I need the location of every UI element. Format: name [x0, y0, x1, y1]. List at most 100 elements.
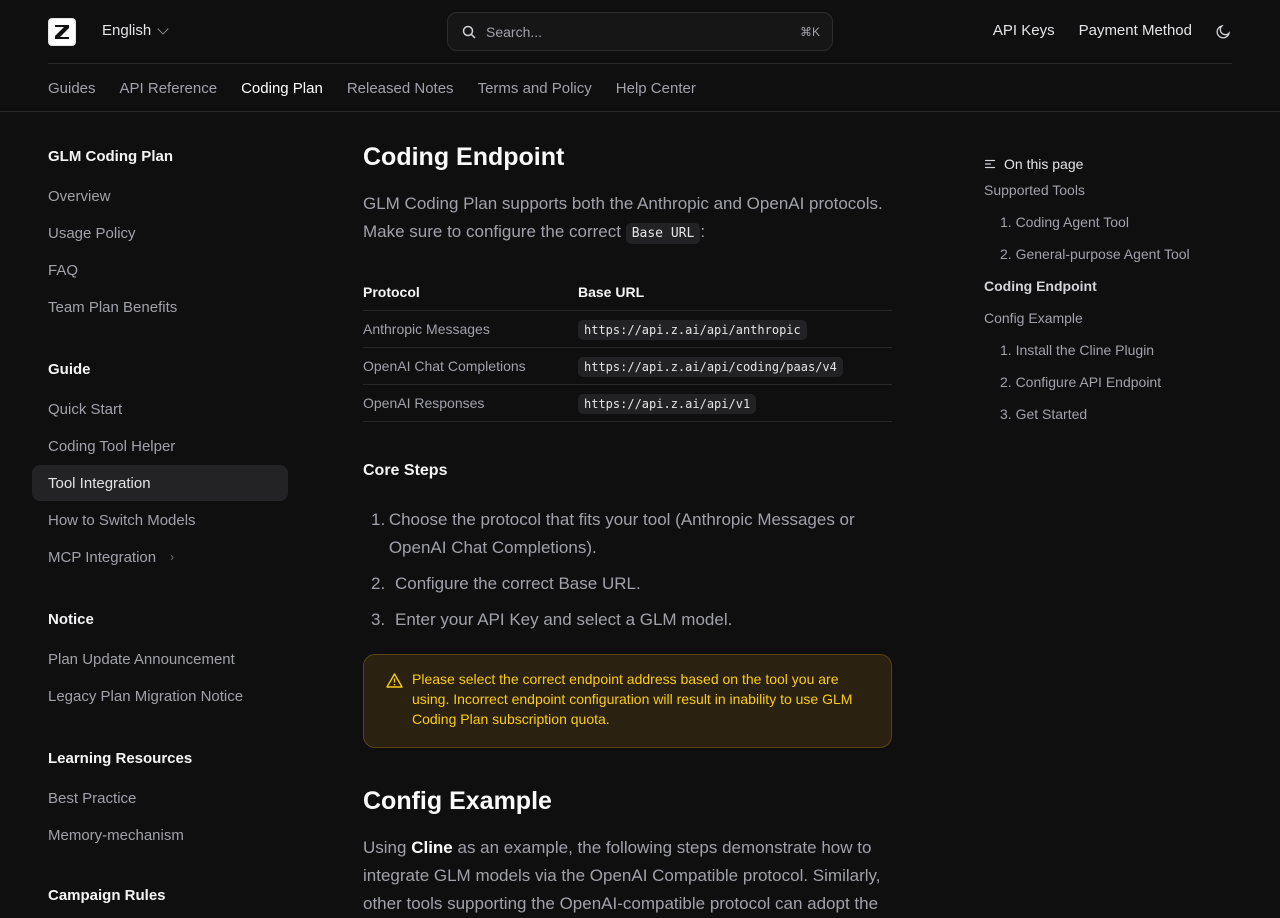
tab-help-center[interactable]: Help Center — [616, 64, 696, 112]
sidebar-item-coding-tool-helper[interactable]: Coding Tool Helper — [32, 428, 288, 464]
sidebar-item-label: Plan Update Announcement — [48, 650, 235, 668]
table-cell-protocol: Anthropic Messages — [363, 321, 490, 337]
sidebar-item-label: MCP Integration — [48, 548, 157, 566]
list-item-text: Choose the protocol that fits your tool … — [388, 510, 855, 557]
warning-icon — [386, 673, 403, 688]
url-code: https://api.z.ai/api/coding/paas/v4 — [578, 357, 843, 377]
tab-terms-and-policy[interactable]: Terms and Policy — [478, 64, 592, 112]
sidebar-item-quick-start[interactable]: Quick Start — [32, 391, 288, 427]
list-item: 2. Configure the correct Base URL. — [363, 570, 893, 598]
table-row: Anthropic Messages https://api.z.ai/api/… — [363, 311, 892, 348]
table-cell-protocol: OpenAI Responses — [363, 395, 485, 411]
table-cell-url: https://api.z.ai/api/anthropic — [578, 320, 807, 340]
warning-text: Please select the correct endpoint addre… — [412, 671, 853, 727]
list-icon — [985, 159, 995, 169]
inline-code: Base URL — [625, 223, 701, 244]
table-of-contents: On this page Supported Tools 1. Coding A… — [984, 154, 1244, 422]
sidebar-item-team-plan-benefits[interactable]: Team Plan Benefits — [32, 289, 288, 325]
cline-bold: Cline — [411, 838, 453, 857]
core-steps-heading: Core Steps — [363, 462, 448, 479]
list-item: 1. Choose the protocol that fits your too… — [363, 506, 893, 562]
table-cell-url: https://api.z.ai/api/coding/paas/v4 — [578, 357, 843, 377]
sidebar-item-overview[interactable]: Overview — [32, 178, 288, 214]
intro-paragraph: GLM Coding Plan supports both the Anthro… — [363, 190, 893, 248]
intro-text: GLM Coding Plan supports both the Anthro… — [363, 194, 883, 241]
search-bar[interactable]: Search... ⌘K — [447, 12, 833, 51]
search-shortcut: ⌘K — [799, 24, 820, 39]
sidebar-item-how-to-switch-models[interactable]: How to Switch Models — [32, 502, 288, 538]
toc-item-coding-endpoint[interactable]: Coding Endpoint — [984, 278, 1097, 294]
toc-item-configure-api-endpoint[interactable]: 2. Configure API Endpoint — [1000, 374, 1161, 390]
language-label: English — [102, 22, 152, 39]
page-title: Coding Endpoint — [363, 143, 565, 171]
header-links: API Keys Payment Method — [993, 22, 1232, 39]
nav-tabs: Guides API Reference Coding Plan Release… — [48, 64, 696, 112]
toc-item-general-purpose-agent-tool[interactable]: 2. General-purpose Agent Tool — [1000, 246, 1190, 262]
chevron-right-icon[interactable]: › — [170, 550, 174, 564]
tab-released-notes[interactable]: Released Notes — [347, 64, 454, 112]
table-header: Base URL — [578, 284, 645, 300]
sidebar-item-mcp-integration[interactable]: MCP Integration › — [32, 539, 288, 575]
sidebar-section-title: Notice — [48, 611, 94, 628]
zai-logo[interactable] — [48, 18, 76, 46]
toc-item-supported-tools[interactable]: Supported Tools — [984, 182, 1085, 198]
payment-method-link[interactable]: Payment Method — [1079, 22, 1192, 39]
sidebar-item-plan-update-announcement[interactable]: Plan Update Announcement — [32, 641, 288, 677]
sidebar-item-best-practice[interactable]: Best Practice — [32, 780, 288, 816]
endpoint-table: Protocol Base URL Anthropic Messages htt… — [363, 280, 892, 422]
list-item-text: Enter your API Key and select a GLM mode… — [395, 610, 733, 629]
warning-callout: Please select the correct endpoint addre… — [363, 654, 892, 748]
url-code: https://api.z.ai/api/anthropic — [578, 320, 807, 340]
sidebar-item-label: Coding Tool Helper — [48, 437, 176, 455]
table-cell-url: https://api.z.ai/api/v1 — [578, 394, 757, 414]
sidebar-item-label: Best Practice — [48, 789, 137, 807]
sidebar-section-title: Learning Resources — [48, 750, 193, 767]
tab-api-reference[interactable]: API Reference — [120, 64, 218, 112]
z-logo-icon — [55, 25, 69, 39]
sidebar: GLM Coding Plan Overview Usage Policy FA… — [32, 112, 288, 904]
toc-title: On this page — [1004, 156, 1084, 172]
sidebar-item-usage-policy[interactable]: Usage Policy — [32, 215, 288, 251]
sidebar-item-tool-integration[interactable]: Tool Integration — [32, 465, 288, 501]
config-paragraph: Using Cline as an example, the following… — [363, 834, 893, 918]
config-intro-prefix: Using — [363, 838, 407, 857]
intro-suffix: : — [700, 222, 706, 241]
language-selector[interactable]: English — [102, 22, 169, 39]
list-number: 3. — [371, 610, 386, 629]
sidebar-item-faq[interactable]: FAQ — [32, 252, 288, 288]
config-intro-cut: other tools supporting the OpenAI-compat… — [363, 894, 879, 913]
config-example-heading: Config Example — [363, 787, 552, 815]
core-steps-list: 1. Choose the protocol that fits your too… — [363, 506, 893, 642]
tab-coding-plan[interactable]: Coding Plan — [241, 64, 323, 112]
sidebar-item-label: Memory-mechanism — [48, 826, 184, 844]
table-cell-protocol: OpenAI Chat Completions — [363, 358, 526, 374]
toc-header: On this page — [984, 154, 1244, 174]
sidebar-section-title: GLM Coding Plan — [48, 148, 173, 165]
toc-item-get-started[interactable]: 3. Get Started — [1000, 406, 1087, 422]
tab-guides[interactable]: Guides — [48, 64, 96, 112]
moon-icon[interactable] — [1216, 23, 1232, 39]
sidebar-item-memory-mechanism[interactable]: Memory-mechanism — [32, 817, 288, 853]
toc-item-install-cline-plugin[interactable]: 1. Install the Cline Plugin — [1000, 342, 1154, 358]
sidebar-item-label: Usage Policy — [48, 224, 136, 242]
search-icon — [462, 25, 476, 39]
toc-item-coding-agent-tool[interactable]: 1. Coding Agent Tool — [1000, 214, 1129, 230]
table-row: OpenAI Chat Completions https://api.z.ai… — [363, 348, 892, 385]
list-number: 2. — [371, 574, 386, 593]
toc-item-config-example[interactable]: Config Example — [984, 310, 1083, 326]
list-item-text: Configure the correct Base URL. — [395, 574, 641, 593]
sidebar-item-legacy-plan-migration-notice[interactable]: Legacy Plan Migration Notice — [32, 678, 288, 714]
table-header-row: Protocol Base URL — [363, 280, 892, 311]
url-code: https://api.z.ai/api/v1 — [578, 394, 757, 414]
sidebar-item-label: Tool Integration — [48, 474, 151, 492]
search-placeholder: Search... — [486, 23, 543, 40]
list-item: 3. Enter your API Key and select a GLM mo… — [363, 606, 893, 634]
api-keys-link[interactable]: API Keys — [993, 22, 1055, 39]
sidebar-item-label: Team Plan Benefits — [48, 298, 178, 316]
sidebar-item-label: Quick Start — [48, 400, 123, 418]
sidebar-item-label: FAQ — [48, 261, 79, 279]
sidebar-section-title: Campaign Rules — [48, 887, 166, 904]
table-row: OpenAI Responses https://api.z.ai/api/v1 — [363, 385, 892, 422]
sidebar-section-title: Guide — [48, 361, 91, 378]
list-number: 1. — [371, 510, 386, 529]
